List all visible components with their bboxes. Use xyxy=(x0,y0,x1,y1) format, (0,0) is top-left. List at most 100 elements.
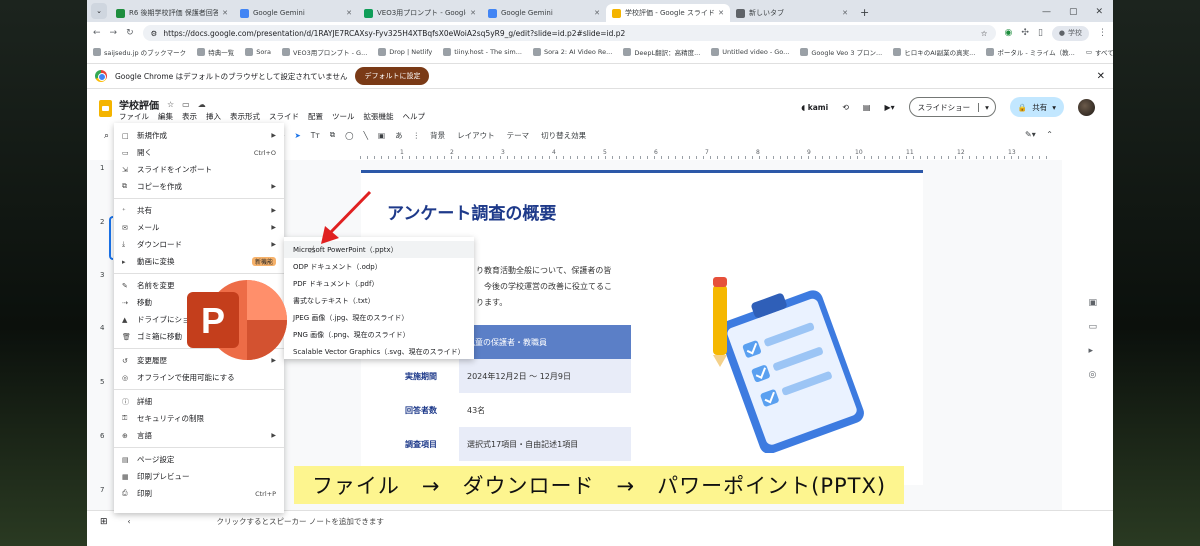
text-box-icon[interactable]: Tт xyxy=(311,131,320,140)
menu-3[interactable]: 挿入 xyxy=(206,111,221,122)
download-option[interactable]: PDF ドキュメント（.pdf） xyxy=(284,275,474,292)
back-icon[interactable]: ← xyxy=(93,28,101,38)
file-menu-item[interactable]: □ 新規作成 ▶ xyxy=(114,127,284,144)
sidepanel-icon[interactable]: ▯ xyxy=(1038,28,1043,38)
slide-number[interactable]: 6 xyxy=(100,432,104,440)
google-slides-logo-icon[interactable] xyxy=(99,100,112,117)
forward-icon[interactable]: → xyxy=(110,28,118,38)
account-avatar[interactable] xyxy=(1078,98,1095,116)
menu-7[interactable]: ツール xyxy=(332,111,355,122)
tab-search-button[interactable]: ⌄ xyxy=(91,3,107,19)
menu-8[interactable]: 拡張機能 xyxy=(364,111,394,122)
slideshow-dropdown-icon[interactable]: ▾ xyxy=(978,102,995,112)
download-option[interactable]: PNG 画像（.png、現在のスライド） xyxy=(284,326,474,343)
set-default-button[interactable]: デフォルトに設定 xyxy=(355,67,430,85)
infobar-close-icon[interactable]: ✕ xyxy=(1097,71,1105,82)
toolbar-button[interactable]: 背景 xyxy=(430,130,445,141)
collapse-filmstrip-icon[interactable]: ‹ xyxy=(128,517,131,526)
profile-chip[interactable]: ● 学校 xyxy=(1051,25,1089,41)
version-history-icon[interactable]: ⟲ xyxy=(842,103,849,112)
search-menus-icon[interactable]: ⌕ xyxy=(104,131,109,141)
clipboard-checklist-illustration[interactable] xyxy=(701,263,871,453)
file-menu-item[interactable]: ⧉ コピーを作成 ▶ xyxy=(114,178,284,195)
more-icon[interactable]: ⋮ xyxy=(413,131,421,140)
select-tool-icon[interactable]: ➤ xyxy=(295,131,301,140)
download-option[interactable]: Scalable Vector Graphics（.svg、現在のスライド） xyxy=(284,343,474,360)
slide-number[interactable]: 7 xyxy=(100,486,104,494)
menu-0[interactable]: ファイル xyxy=(119,111,149,122)
minimize-icon[interactable]: — xyxy=(1042,7,1051,17)
omnibox[interactable]: ⚙ https://docs.google.com/presentation/d… xyxy=(142,25,996,41)
image-icon[interactable]: ⧉ xyxy=(330,130,335,140)
bookmark-item[interactable]: Sora xyxy=(245,47,271,57)
tab-close-icon[interactable]: ✕ xyxy=(718,9,724,17)
text-format-icon[interactable]: あ xyxy=(395,130,403,141)
move-folder-icon[interactable]: ▭ xyxy=(182,100,190,109)
folder-panel-icon[interactable]: ▭ xyxy=(1088,322,1097,332)
browser-tab[interactable]: 新しいタブ ✕ xyxy=(730,4,854,22)
bookmark-item[interactable]: saijsedu.jp のブックマーク xyxy=(93,47,186,57)
file-menu-item[interactable]: ⤓ ダウンロード ▶ xyxy=(114,236,284,253)
kami-extension-button[interactable]: ◖ kami xyxy=(801,103,828,112)
bookmark-star-icon[interactable]: ☆ xyxy=(981,29,988,38)
menu-6[interactable]: 配置 xyxy=(308,111,323,122)
file-menu-item[interactable]: ⁺ 共有 ▶ xyxy=(114,202,284,219)
keep-icon[interactable]: ▣ xyxy=(1088,298,1097,308)
bookmark-item[interactable]: Sora 2: AI Video Re... xyxy=(532,47,612,57)
download-option[interactable]: ODP ドキュメント（.odp） xyxy=(284,258,474,275)
extensions-puzzle-icon[interactable]: ✣ xyxy=(1021,28,1029,38)
slide-title[interactable]: アンケート調査の概要 xyxy=(387,199,556,224)
menu-1[interactable]: 編集 xyxy=(158,111,173,122)
maximize-icon[interactable]: ▢ xyxy=(1069,7,1078,17)
browser-tab[interactable]: Google Gemini ✕ xyxy=(234,4,358,22)
bookmark-item[interactable]: 特典一覧 xyxy=(197,47,234,57)
extension-icon[interactable]: ◉ xyxy=(1005,28,1013,38)
bookmark-item[interactable]: ポータル - ミライム（教... xyxy=(986,47,1075,57)
file-menu-item[interactable]: ⊕ 言語 ▶ xyxy=(114,427,284,444)
document-title[interactable]: 学校評価 xyxy=(119,97,159,112)
tab-close-icon[interactable]: ✕ xyxy=(470,9,476,17)
download-option[interactable]: JPEG 画像（.jpg、現在のスライド） xyxy=(284,309,474,326)
slide-number[interactable]: 3 xyxy=(100,271,104,279)
meet-icon[interactable]: ▶▾ xyxy=(884,103,894,112)
toolbar-button[interactable]: レイアウト xyxy=(457,130,495,141)
slide-number[interactable]: 4 xyxy=(100,324,104,332)
tab-close-icon[interactable]: ✕ xyxy=(842,9,848,17)
site-info-icon[interactable]: ⚙ xyxy=(151,29,158,38)
slide-number[interactable]: 5 xyxy=(100,378,104,386)
menu-2[interactable]: 表示 xyxy=(182,111,197,122)
menu-5[interactable]: スライド xyxy=(269,111,299,122)
file-menu-item[interactable]: ▸ 動画に変換 新機能 xyxy=(114,253,284,270)
star-icon[interactable]: ☆ xyxy=(167,100,174,109)
tab-close-icon[interactable]: ✕ xyxy=(222,9,228,17)
chrome-menu-icon[interactable]: ⋮ xyxy=(1098,28,1107,38)
toolbar-button[interactable]: テーマ xyxy=(507,130,530,141)
file-menu-item[interactable]: ✉ メール ▶ xyxy=(114,219,284,236)
pen-tool-icon[interactable]: ✎▾ xyxy=(1025,130,1036,139)
share-dropdown-icon[interactable]: ▾ xyxy=(1052,103,1056,112)
speaker-notes-hint[interactable]: クリックするとスピーカー ノートを追加できます xyxy=(217,516,384,527)
comment-add-icon[interactable]: ▣ xyxy=(378,131,385,140)
browser-tab[interactable]: VEO3用プロンプト - Google スプレ ✕ xyxy=(358,4,482,22)
slide-body-text[interactable]: り教育活動全般について、保護者の皆 今後の学校運営の改善に役立てるこ ります。 xyxy=(476,263,636,311)
toolbar-button[interactable]: 切り替え効果 xyxy=(541,130,586,141)
menu-9[interactable]: ヘルプ xyxy=(403,111,426,122)
menu-4[interactable]: 表示形式 xyxy=(230,111,260,122)
shape-icon[interactable]: ◯ xyxy=(345,131,353,140)
file-menu-item[interactable]: ⎙ 印刷 Ctrl+P xyxy=(114,485,284,502)
tab-close-icon[interactable]: ✕ xyxy=(346,9,352,17)
reload-icon[interactable]: ↻ xyxy=(126,28,134,38)
new-tab-button[interactable]: + xyxy=(860,6,869,19)
bookmark-item[interactable]: Drop | Netlify xyxy=(378,47,432,57)
comments-icon[interactable]: ▤ xyxy=(863,103,871,112)
share-button[interactable]: 🔒 共有 ▾ xyxy=(1009,97,1064,117)
file-menu-item[interactable]: ⚿ セキュリティの制限 xyxy=(114,410,284,427)
all-bookmarks-folder[interactable]: ▭ すべてのブックマーク xyxy=(1086,47,1113,57)
bookmark-item[interactable]: Untitled video - Go... xyxy=(711,47,789,57)
file-menu-item[interactable]: ⓘ 詳細 xyxy=(114,393,284,410)
cloud-status-icon[interactable]: ☁ xyxy=(198,100,206,109)
browser-tab[interactable]: 学校評価 - Google スライド ✕ xyxy=(606,4,730,22)
slideshow-button[interactable]: スライドショー ▾ xyxy=(908,97,996,117)
file-menu-item[interactable]: ⇲ スライドをインポート xyxy=(114,161,284,178)
file-menu-item[interactable]: ▭ 開く Ctrl+O xyxy=(114,144,284,161)
